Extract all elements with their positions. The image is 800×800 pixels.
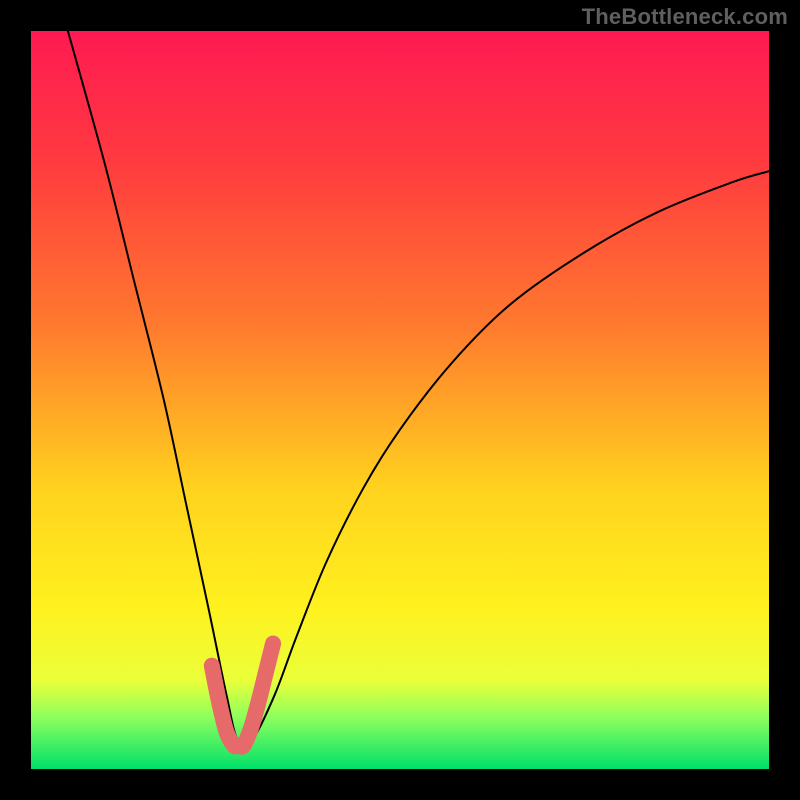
watermark-text: TheBottleneck.com: [582, 4, 788, 30]
plot-svg: [31, 31, 769, 769]
chart-frame: TheBottleneck.com: [0, 0, 800, 800]
plot-area: [31, 31, 769, 769]
gradient-background: [31, 31, 769, 769]
